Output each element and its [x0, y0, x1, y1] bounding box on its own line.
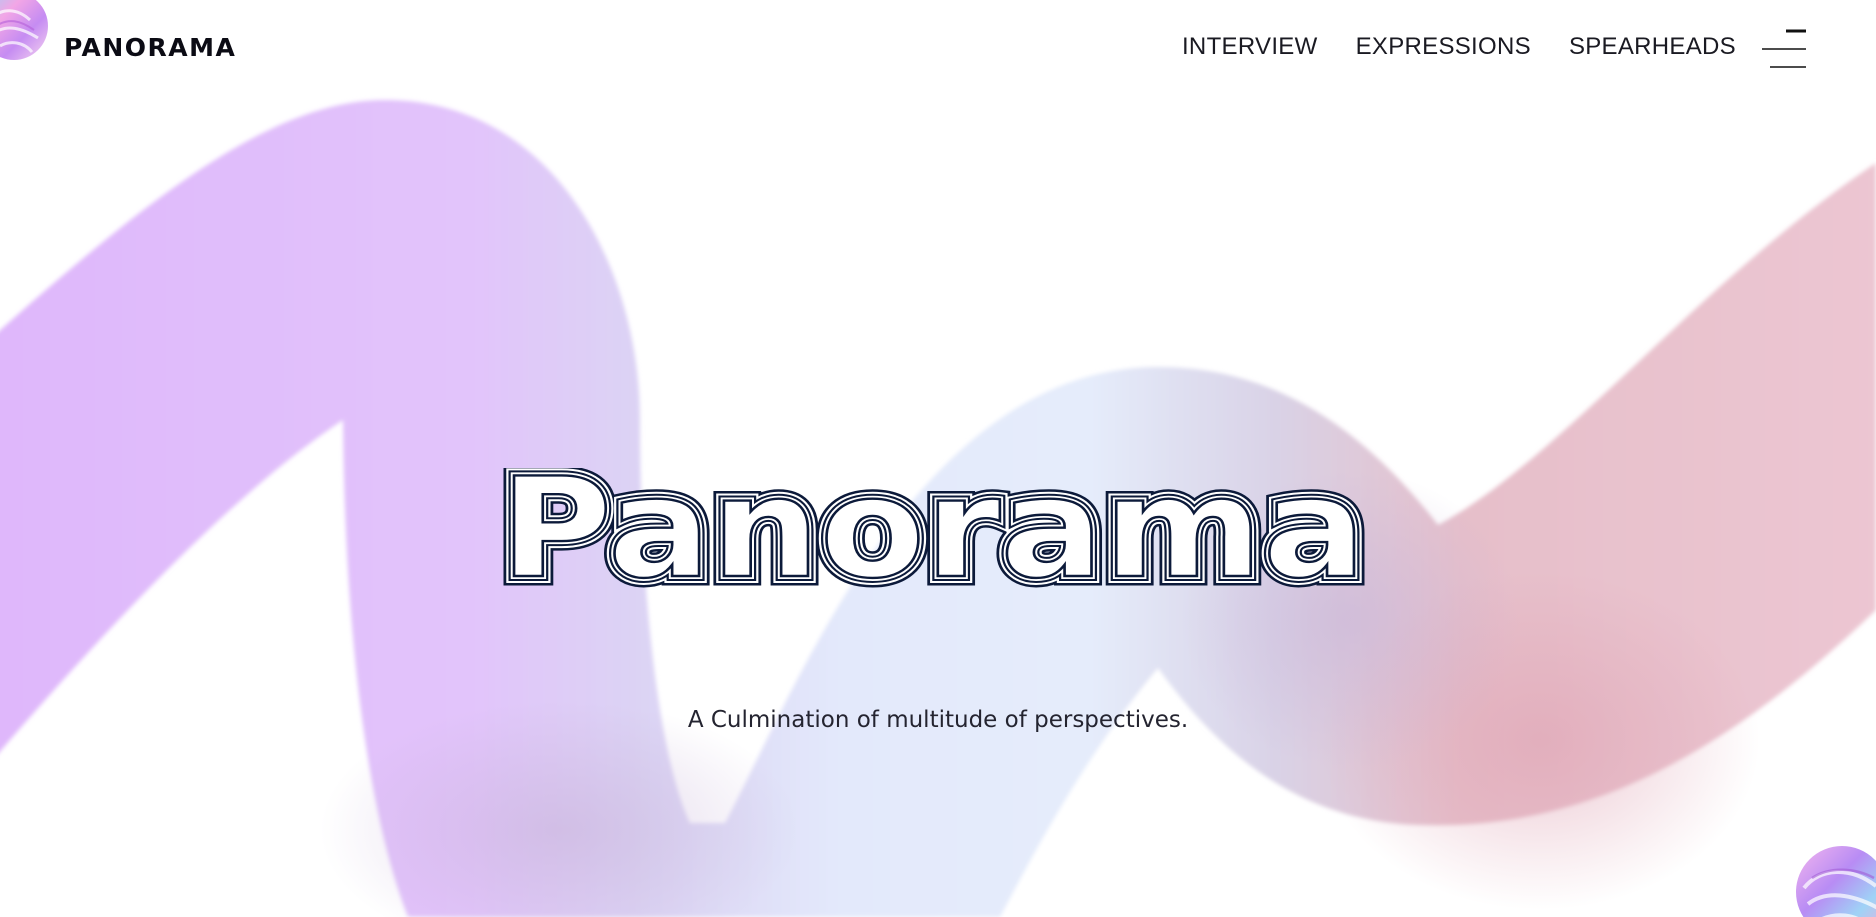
nav-link-spearheads[interactable]: SPEARHEADS — [1569, 33, 1736, 61]
nav-link-expressions[interactable]: EXPRESSIONS — [1356, 33, 1531, 61]
hero-title-lettering: Panorama Panorama Panorama Panorama Pano… — [500, 468, 1370, 590]
site-header: PANORAMA INTERVIEW EXPRESSIONS SPEARHEAD… — [0, 0, 1876, 96]
page: PANORAMA INTERVIEW EXPRESSIONS SPEARHEAD… — [0, 0, 1876, 917]
hero-title: Panorama Panorama Panorama Panorama Pano… — [500, 468, 1370, 590]
main-nav: INTERVIEW EXPRESSIONS SPEARHEADS — [1182, 33, 1736, 61]
holographic-blob-icon — [1796, 846, 1876, 917]
hero-title-inner-stroke: Panorama — [500, 468, 1366, 590]
hero-background-ribbon — [0, 100, 1876, 917]
hamburger-menu-icon[interactable] — [1760, 28, 1808, 70]
holographic-blob-icon — [0, 0, 48, 60]
nav-link-interview[interactable]: INTERVIEW — [1182, 33, 1318, 61]
hero-tagline: A Culmination of multitude of perspectiv… — [687, 707, 1189, 733]
brand-logo[interactable]: PANORAMA — [64, 33, 236, 62]
